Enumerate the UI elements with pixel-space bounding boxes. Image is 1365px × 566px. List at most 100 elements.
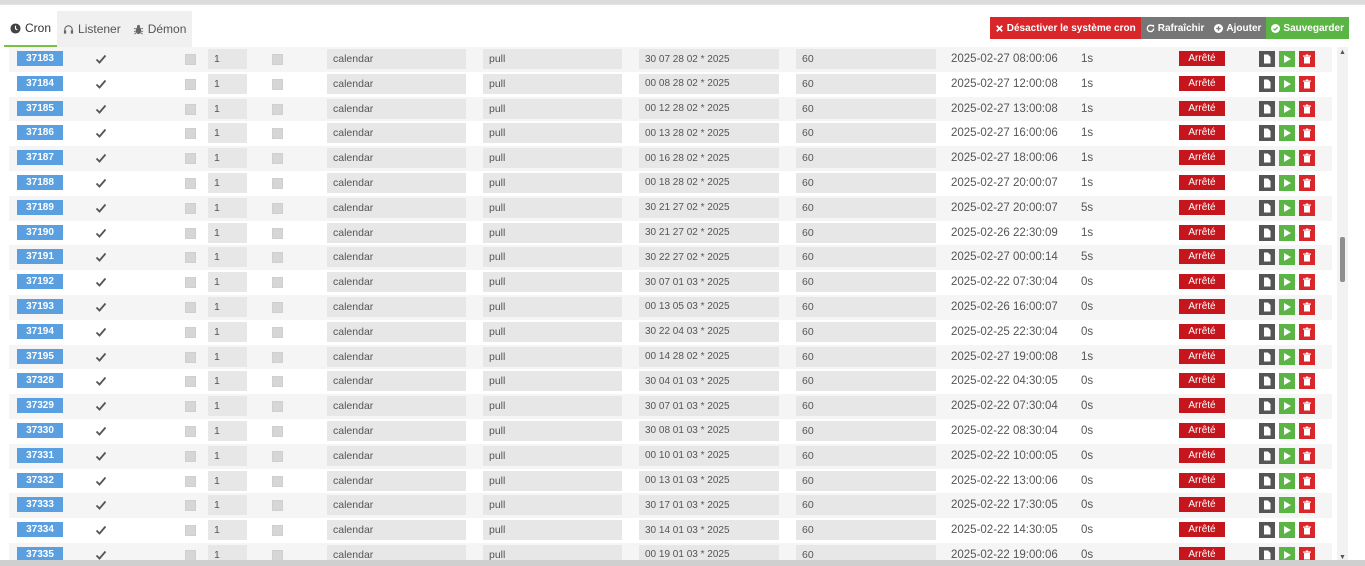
checkbox[interactable] <box>272 450 283 462</box>
function-input[interactable]: pull <box>483 396 622 417</box>
cron-id-button[interactable]: 37183 <box>17 51 63 66</box>
details-button[interactable] <box>1259 323 1275 340</box>
timeout-input[interactable]: 60 <box>796 296 936 317</box>
timeout-input[interactable]: 60 <box>796 222 936 243</box>
checkbox[interactable] <box>272 252 283 264</box>
checkbox[interactable] <box>185 103 196 115</box>
state-badge[interactable]: Arrêté <box>1179 298 1225 314</box>
function-input[interactable]: pull <box>483 123 622 144</box>
function-input[interactable]: pull <box>483 197 622 218</box>
schedule-input[interactable]: 30 08 01 03 * 2025 <box>639 420 779 441</box>
details-button[interactable] <box>1259 199 1275 216</box>
schedule-input[interactable]: 30 14 01 03 * 2025 <box>639 520 779 541</box>
run-button[interactable] <box>1279 224 1295 241</box>
details-button[interactable] <box>1259 422 1275 439</box>
timeout-input[interactable]: 60 <box>796 544 936 560</box>
function-input[interactable]: pull <box>483 98 622 119</box>
class-input[interactable]: calendar <box>327 346 466 367</box>
checkbox[interactable] <box>272 103 283 115</box>
timeout-input[interactable]: 60 <box>796 495 936 516</box>
checkbox[interactable] <box>272 54 283 65</box>
add-button[interactable]: Ajouter <box>1209 17 1267 39</box>
state-badge[interactable]: Arrêté <box>1179 447 1225 463</box>
schedule-input[interactable]: 00 13 28 02 * 2025 <box>639 123 779 144</box>
check-icon[interactable] <box>95 475 107 487</box>
schedule-input[interactable]: 30 07 01 03 * 2025 <box>639 272 779 293</box>
state-badge[interactable]: Arrêté <box>1179 348 1225 364</box>
details-button[interactable] <box>1259 51 1275 67</box>
checkbox[interactable] <box>272 326 283 338</box>
timeout-input[interactable]: 60 <box>796 49 936 69</box>
details-button[interactable] <box>1259 497 1275 514</box>
check-icon[interactable] <box>95 375 107 387</box>
delete-button[interactable] <box>1299 398 1315 415</box>
state-badge[interactable]: Arrêté <box>1179 522 1225 538</box>
run-button[interactable] <box>1279 398 1295 415</box>
number-input[interactable]: 1 <box>208 272 247 293</box>
class-input[interactable]: calendar <box>327 296 466 317</box>
cron-id-button[interactable]: 37329 <box>17 398 63 414</box>
run-button[interactable] <box>1279 125 1295 142</box>
details-button[interactable] <box>1259 75 1275 92</box>
check-icon[interactable] <box>95 301 107 313</box>
run-button[interactable] <box>1279 348 1295 365</box>
timeout-input[interactable]: 60 <box>796 172 936 193</box>
delete-button[interactable] <box>1299 174 1315 191</box>
run-button[interactable] <box>1279 298 1295 315</box>
run-button[interactable] <box>1279 75 1295 92</box>
check-icon[interactable] <box>95 351 107 363</box>
checkbox[interactable] <box>185 376 196 388</box>
check-icon[interactable] <box>95 103 107 115</box>
cron-id-button[interactable]: 37331 <box>17 447 63 463</box>
details-button[interactable] <box>1259 373 1275 390</box>
schedule-input[interactable]: 00 08 28 02 * 2025 <box>639 73 779 94</box>
check-icon[interactable] <box>95 524 107 536</box>
number-input[interactable]: 1 <box>208 73 247 94</box>
check-icon[interactable] <box>95 276 107 288</box>
checkbox[interactable] <box>272 227 283 239</box>
function-input[interactable]: pull <box>483 420 622 441</box>
delete-button[interactable] <box>1299 546 1315 560</box>
check-icon[interactable] <box>95 127 107 139</box>
delete-button[interactable] <box>1299 100 1315 117</box>
checkbox[interactable] <box>272 301 283 313</box>
function-input[interactable]: pull <box>483 520 622 541</box>
number-input[interactable]: 1 <box>208 296 247 317</box>
scroll-thumb[interactable] <box>1340 237 1345 282</box>
class-input[interactable]: calendar <box>327 222 466 243</box>
state-badge[interactable]: Arrêté <box>1179 472 1225 488</box>
number-input[interactable]: 1 <box>208 98 247 119</box>
tab-listener[interactable]: Listener <box>57 11 127 47</box>
schedule-input[interactable]: 30 21 27 02 * 2025 <box>639 197 779 218</box>
number-input[interactable]: 1 <box>208 396 247 417</box>
delete-button[interactable] <box>1299 125 1315 142</box>
function-input[interactable]: pull <box>483 49 622 69</box>
delete-button[interactable] <box>1299 472 1315 489</box>
checkbox[interactable] <box>185 401 196 413</box>
disable-cron-button[interactable]: Désactiver le système cron <box>989 17 1141 39</box>
run-button[interactable] <box>1279 274 1295 291</box>
checkbox[interactable] <box>185 78 196 90</box>
check-icon[interactable] <box>95 227 107 239</box>
schedule-input[interactable]: 30 22 04 03 * 2025 <box>639 321 779 342</box>
checkbox[interactable] <box>185 202 196 214</box>
schedule-input[interactable]: 30 07 01 03 * 2025 <box>639 396 779 417</box>
number-input[interactable]: 1 <box>208 172 247 193</box>
delete-button[interactable] <box>1299 199 1315 216</box>
checkbox[interactable] <box>272 177 283 189</box>
cron-id-button[interactable]: 37192 <box>17 274 63 290</box>
state-badge[interactable]: Arrêté <box>1179 199 1225 215</box>
state-badge[interactable]: Arrêté <box>1179 323 1225 339</box>
delete-button[interactable] <box>1299 249 1315 266</box>
scroll-down-arrow-icon[interactable]: ▼ <box>1337 552 1348 561</box>
timeout-input[interactable]: 60 <box>796 272 936 293</box>
cron-id-button[interactable]: 37333 <box>17 497 63 513</box>
run-button[interactable] <box>1279 249 1295 266</box>
cron-id-button[interactable]: 37334 <box>17 522 63 538</box>
function-input[interactable]: pull <box>483 148 622 169</box>
scroll-up-arrow-icon[interactable]: ▲ <box>1337 47 1348 57</box>
checkbox[interactable] <box>185 475 196 487</box>
details-button[interactable] <box>1259 274 1275 291</box>
checkbox[interactable] <box>185 301 196 313</box>
tab-demon[interactable]: Démon <box>127 11 193 47</box>
